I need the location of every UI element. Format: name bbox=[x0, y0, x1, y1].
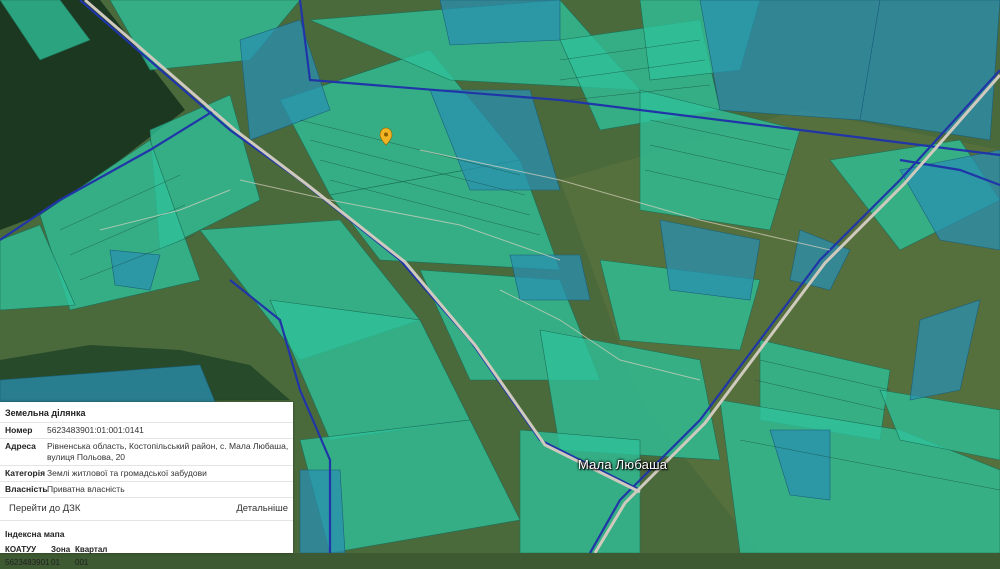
zone-value: 01 bbox=[51, 558, 60, 567]
village-label: Мала Любаша bbox=[578, 457, 668, 472]
row-address: Адреса Рівненська область, Костопільськи… bbox=[0, 438, 293, 465]
row-value: 5623483901:01:001:0141 bbox=[47, 425, 144, 435]
go-to-dzk-button[interactable]: Перейти до ДЗК bbox=[9, 503, 80, 514]
index-map-title: Індексна мапа bbox=[0, 520, 293, 543]
quarter-value: 001 bbox=[75, 558, 89, 567]
row-label: Номер bbox=[5, 425, 33, 435]
row-label: Власність bbox=[5, 484, 48, 494]
koatuu-value: 5623483901 bbox=[5, 558, 50, 567]
index-map-header: КОАТУУ Зона Квартал bbox=[0, 543, 293, 556]
row-label: Категорія bbox=[5, 468, 46, 478]
row-number: Номер 5623483901:01:001:0141 bbox=[0, 422, 293, 438]
parcel-info-panel: Земельна ділянка Номер 5623483901:01:001… bbox=[0, 402, 293, 567]
row-ownership: Власність Приватна власність bbox=[0, 481, 293, 497]
row-category: Категорія Землі житлової та громадської … bbox=[0, 465, 293, 481]
row-value: Рівненська область, Костопільський район… bbox=[47, 441, 289, 462]
row-label: Адреса bbox=[5, 441, 36, 451]
panel-title: Земельна ділянка bbox=[5, 408, 86, 418]
panel-actions: Перейти до ДЗК Детальніше bbox=[0, 497, 293, 520]
index-map-values: 5623483901 01 001 bbox=[0, 556, 293, 569]
row-value: Приватна власність bbox=[47, 484, 125, 494]
details-button[interactable]: Детальніше bbox=[236, 503, 288, 514]
row-value: Землі житлової та громадської забудови bbox=[47, 468, 207, 478]
